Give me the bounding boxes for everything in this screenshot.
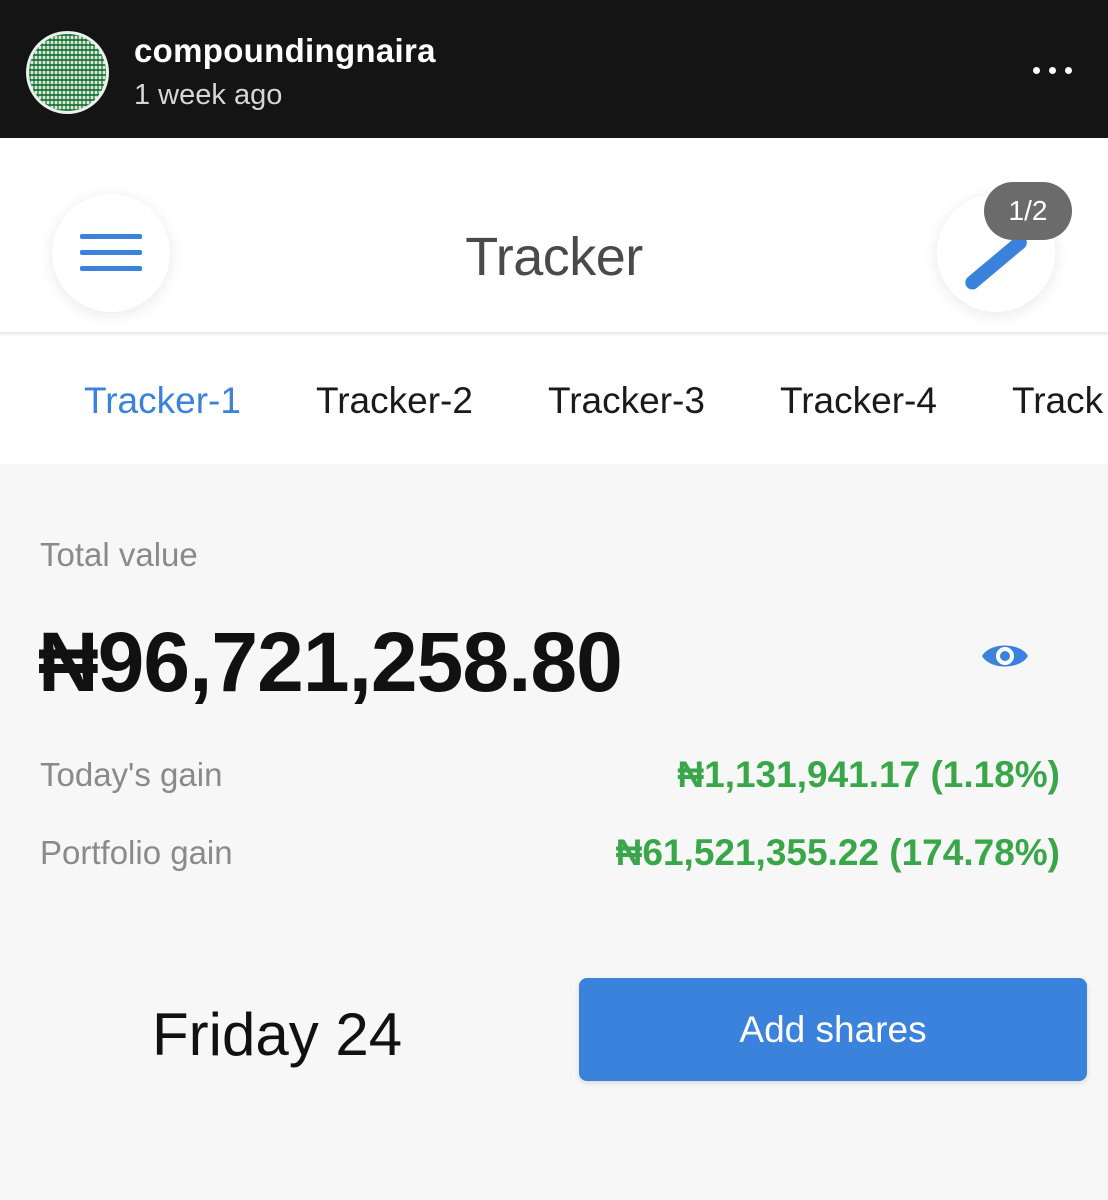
avatar[interactable] (26, 31, 109, 114)
post-timestamp: 1 week ago (134, 79, 283, 111)
add-shares-button[interactable]: Add shares (579, 978, 1087, 1081)
pencil-icon (962, 232, 1030, 293)
more-options-icon[interactable] (1024, 58, 1080, 82)
tracker-tabs: Tracker-1 Tracker-2 Tracker-3 Tracker-4 … (0, 336, 1108, 464)
portfolio-summary: Total value ₦96,721,258.80 Today's gain … (0, 464, 1108, 1200)
tab-tracker-1[interactable]: Tracker-1 (84, 380, 241, 422)
story-header: compoundingnaira 1 week ago (0, 0, 1108, 138)
portfolio-gain-label: Portfolio gain (40, 834, 233, 871)
total-value-label: Total value (40, 536, 198, 573)
date-label: Friday 24 (152, 1001, 403, 1068)
total-value-amount: ₦96,721,258.80 (38, 615, 623, 709)
username[interactable]: compoundingnaira (134, 32, 436, 70)
app-top-bar: Tracker (0, 138, 1108, 334)
avatar-image (29, 34, 106, 111)
tab-tracker-5[interactable]: Track (1012, 380, 1103, 422)
portfolio-gain-value: ₦61,521,355.22 (174.78%) (615, 832, 1060, 873)
todays-gain-value: ₦1,131,941.17 (1.18%) (677, 754, 1060, 795)
page-count-badge: 1/2 (984, 182, 1072, 240)
tab-tracker-4[interactable]: Tracker-4 (780, 380, 937, 422)
eye-icon[interactable] (980, 638, 1030, 674)
todays-gain-label: Today's gain (40, 756, 223, 793)
tab-tracker-2[interactable]: Tracker-2 (316, 380, 473, 422)
tab-tracker-3[interactable]: Tracker-3 (548, 380, 705, 422)
